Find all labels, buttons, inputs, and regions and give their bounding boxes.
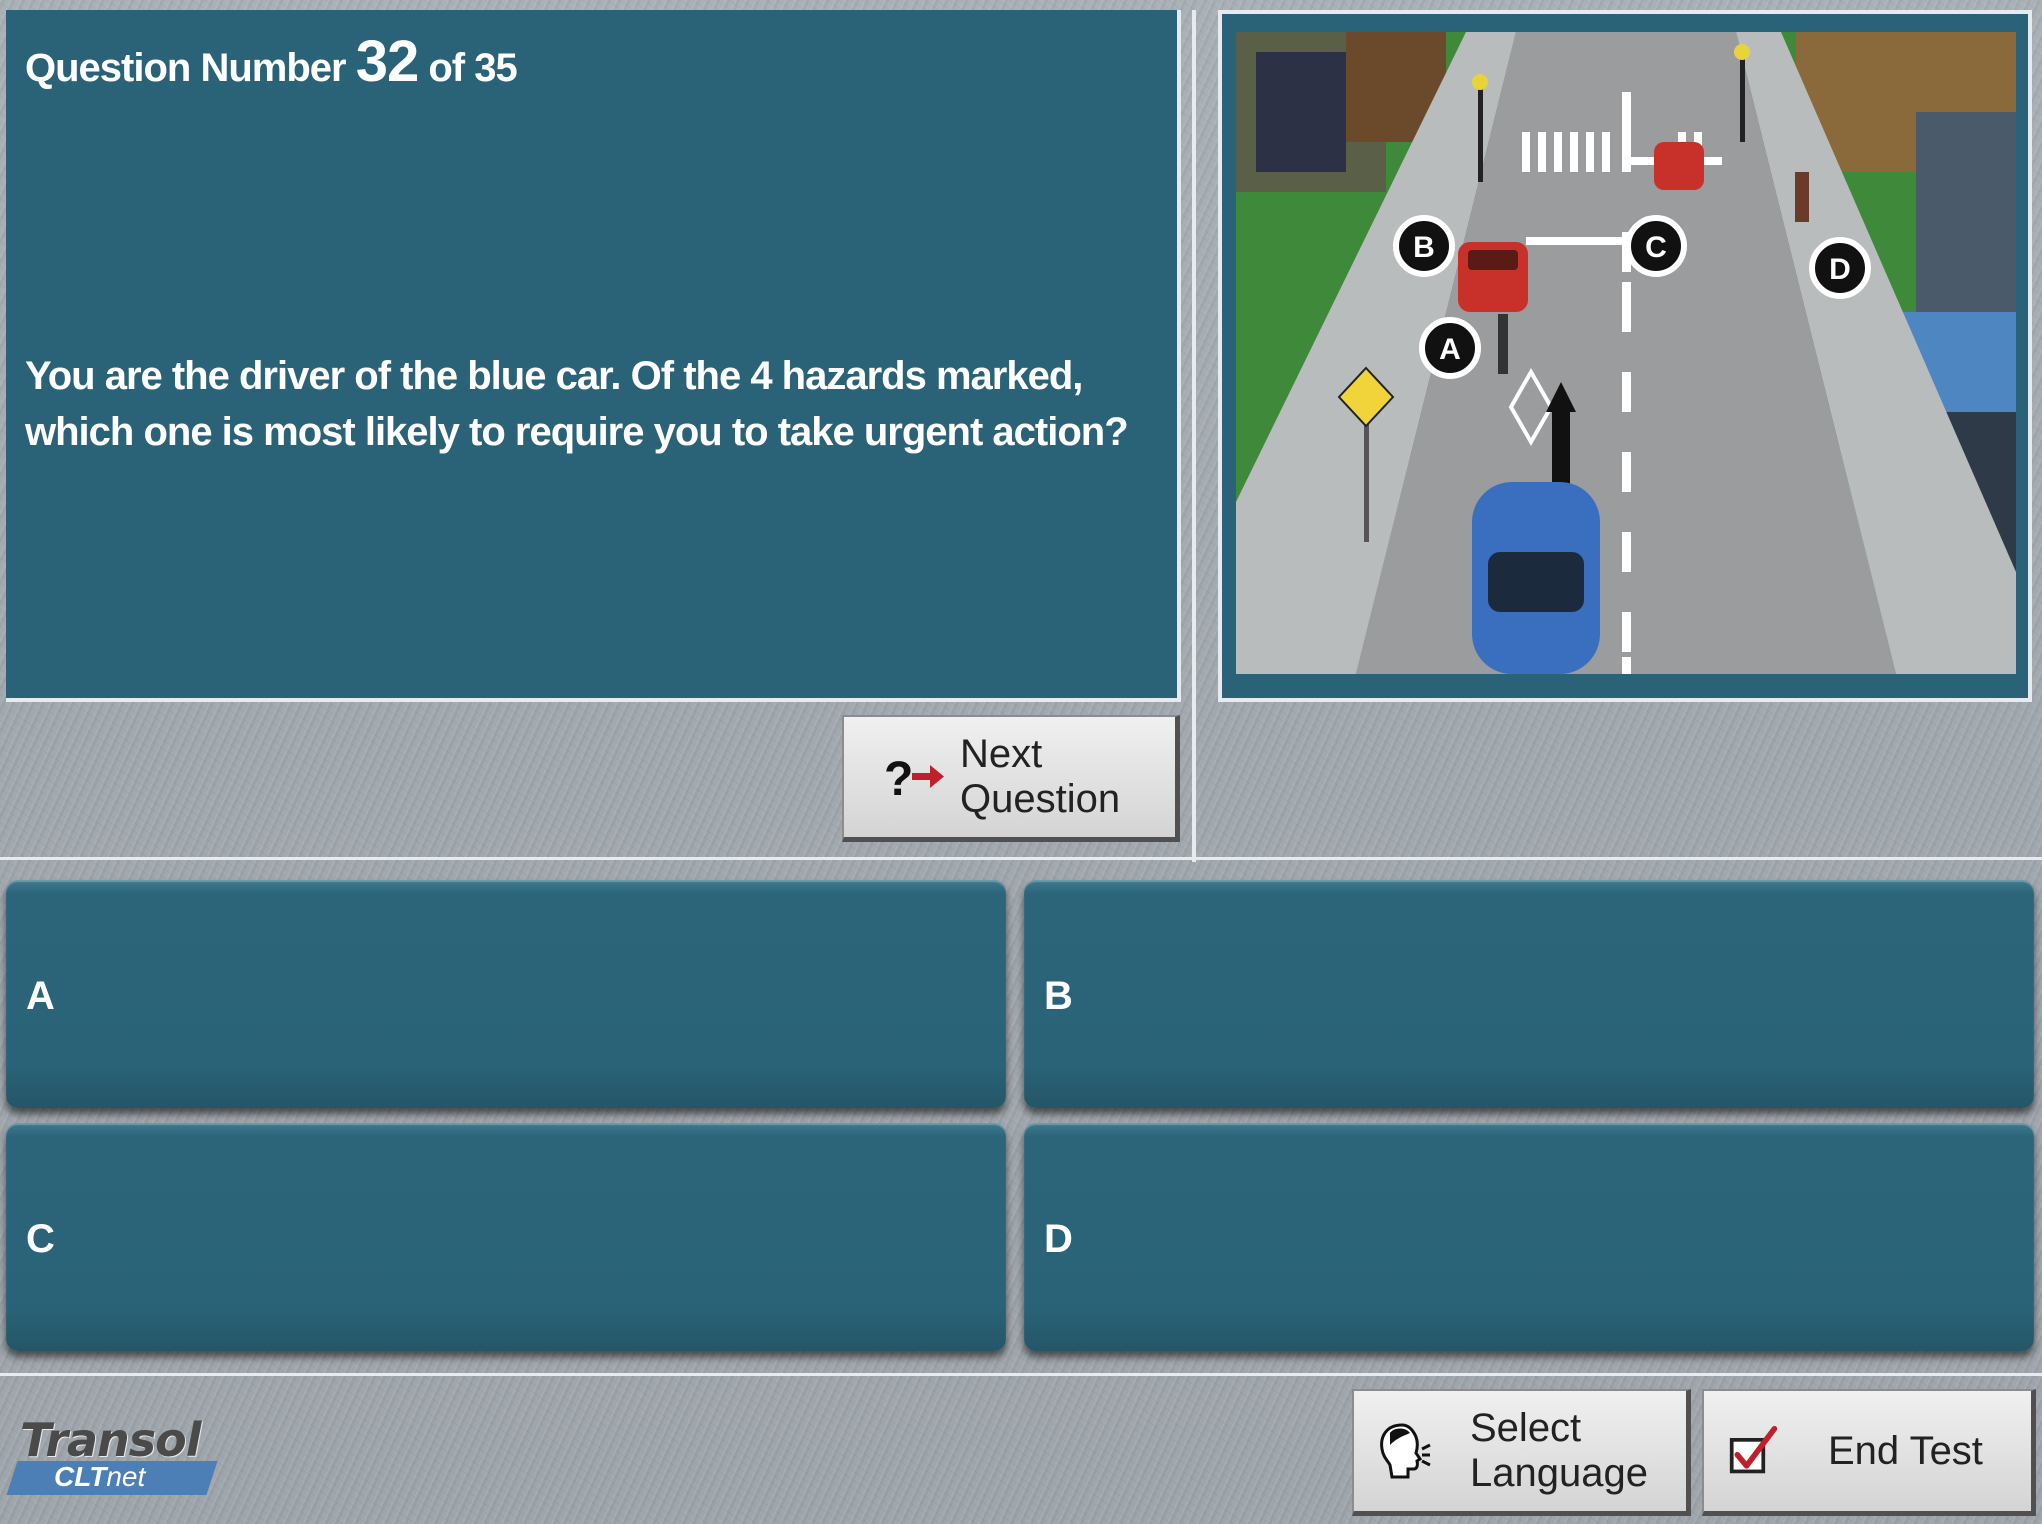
svg-text:A: A bbox=[1439, 333, 1461, 366]
svg-text:B: B bbox=[1413, 231, 1435, 264]
vertical-divider bbox=[1192, 10, 1196, 862]
answer-d-button[interactable]: D bbox=[1024, 1123, 2034, 1351]
end-test-button[interactable]: End Test bbox=[1702, 1389, 2036, 1516]
svg-text:?: ? bbox=[884, 753, 913, 806]
answer-d-letter: D bbox=[1044, 1217, 1073, 1261]
answer-a-letter: A bbox=[26, 974, 55, 1018]
transol-logo: Transol CLTnet bbox=[6, 1413, 226, 1497]
marker-b: B bbox=[1393, 215, 1455, 277]
answer-b-button[interactable]: B bbox=[1024, 880, 2034, 1108]
hazard-image-panel: A B C D bbox=[1218, 10, 2032, 702]
next-question-label: Next Question bbox=[960, 732, 1121, 821]
question-panel: Question Number 32 of 35 You are the dri… bbox=[6, 10, 1181, 702]
horizontal-divider-top bbox=[0, 857, 2042, 860]
marker-c: C bbox=[1625, 215, 1687, 277]
horizontal-divider-bottom bbox=[0, 1373, 2042, 1376]
logo-subtitle: CLTnet bbox=[54, 1461, 146, 1492]
end-test-label: End Test bbox=[1828, 1428, 1983, 1473]
logo-wordmark: Transol bbox=[20, 1413, 202, 1467]
svg-text:D: D bbox=[1829, 253, 1851, 286]
question-arrow-icon: ? bbox=[884, 753, 944, 806]
svg-text:C: C bbox=[1645, 231, 1667, 264]
question-counter: Question Number 32 of 35 bbox=[25, 28, 518, 95]
question-number: 32 bbox=[355, 29, 420, 94]
checkbox-check-icon bbox=[1729, 1425, 1778, 1474]
marker-a: A bbox=[1419, 317, 1481, 379]
answer-a-button[interactable]: A bbox=[6, 880, 1006, 1108]
answer-b-letter: B bbox=[1044, 974, 1073, 1018]
answer-c-button[interactable]: C bbox=[6, 1123, 1006, 1351]
question-prefix: Question Number bbox=[25, 46, 347, 90]
answer-c-letter: C bbox=[26, 1217, 55, 1261]
next-question-button[interactable]: ? Next Question bbox=[842, 715, 1180, 842]
question-total: of 35 bbox=[428, 46, 517, 90]
app-background: Question Number 32 of 35 You are the dri… bbox=[0, 0, 2042, 1524]
marker-d: D bbox=[1809, 237, 1871, 299]
select-language-label: Select Language bbox=[1470, 1406, 1648, 1495]
speaking-head-icon bbox=[1380, 1423, 1431, 1479]
question-text: You are the driver of the blue car. Of t… bbox=[25, 354, 1129, 454]
hazard-scene-image: A B C D bbox=[1236, 32, 2016, 674]
select-language-button[interactable]: Select Language bbox=[1352, 1389, 1691, 1516]
